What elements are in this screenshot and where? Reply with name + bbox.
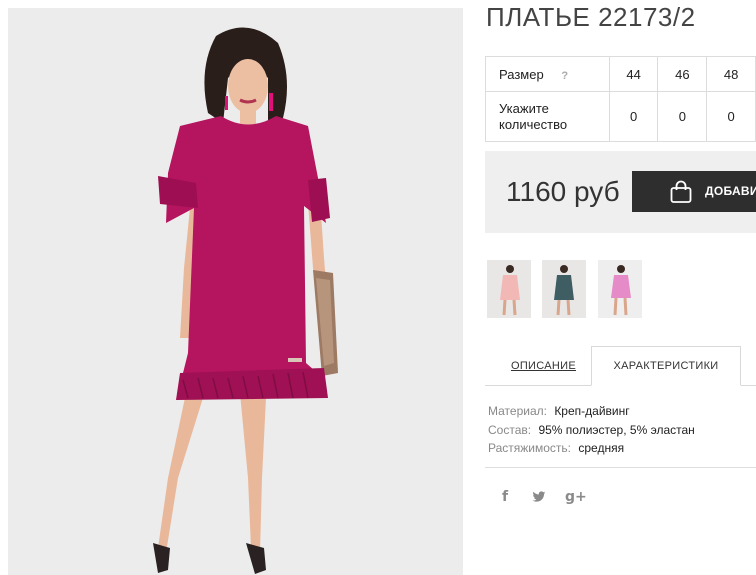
spec-value: 95% полиэстер, 5% эластан <box>538 422 695 437</box>
size-46: 46 <box>657 56 708 92</box>
quantity-label-cell: Укажите количество <box>485 91 610 142</box>
spec-key: Материал: <box>488 404 547 418</box>
thumbnail-image <box>487 260 531 318</box>
thumbnail-image <box>542 260 586 318</box>
size-44: 44 <box>608 56 659 92</box>
quantity-label: Укажите количество <box>499 101 567 133</box>
price: 1160 руб <box>506 176 620 207</box>
spec-key: Состав: <box>488 422 532 437</box>
spec-row-material: Материал: Креп-дайвинг <box>488 402 695 421</box>
add-to-cart-button[interactable]: ДОБАВИТЬ <box>632 171 756 212</box>
spec-value: Креп-дайвинг <box>554 404 630 418</box>
spec-row-stretch: Растяжимость: средняя <box>488 439 695 458</box>
price-box: 1160 руб ДОБАВИТЬ <box>485 151 756 233</box>
google-plus-icon[interactable]: g+ <box>565 489 587 505</box>
facebook-icon[interactable]: f <box>502 489 508 505</box>
size-48: 48 <box>706 56 756 92</box>
quantity-label-line2: количество <box>499 116 568 132</box>
quantity-row: Укажите количество 0 0 0 <box>485 91 756 142</box>
spec-row-composition: Состав: 95% полиэстер, 5% эластан <box>488 421 695 440</box>
product-photo[interactable] <box>8 8 463 575</box>
pink-dress-thumbnail[interactable] <box>487 260 531 318</box>
help-icon[interactable]: ? <box>561 70 568 82</box>
tab-description[interactable]: ОПИСАНИЕ <box>511 360 576 372</box>
teal-dress-thumbnail[interactable] <box>542 260 586 318</box>
quantity-input-46[interactable]: 0 <box>657 91 708 142</box>
light-pink-dress-thumbnail[interactable] <box>598 260 642 318</box>
spec-value: средняя <box>578 441 625 455</box>
size-row: Размер ? 44 46 48 <box>485 56 756 92</box>
tab-characteristics[interactable]: ХАРАКТЕРИСТИКИ <box>591 346 741 386</box>
characteristics-list: Материал: Креп-дайвинг Состав: 95% полиэ… <box>488 402 695 458</box>
divider <box>485 467 756 468</box>
quantity-input-44[interactable]: 0 <box>608 91 659 142</box>
product-title: ПЛАТЬЕ 22173/2 <box>486 2 696 32</box>
spec-key: Растяжимость: <box>488 441 572 455</box>
product-tabs: ОПИСАНИЕ ХАРАКТЕРИСТИКИ <box>485 346 756 386</box>
size-label: Размер <box>499 66 544 82</box>
quantity-label-line1: Укажите <box>499 100 549 116</box>
thumbnail-image <box>598 260 642 318</box>
size-label-cell: Размер ? <box>485 56 610 92</box>
shopping-bag-icon <box>670 180 692 203</box>
dress-model-illustration <box>8 8 463 575</box>
size-quantity-table: Размер ? 44 46 48 Укажите количество 0 0… <box>485 56 756 142</box>
add-to-cart-label: ДОБАВИТЬ <box>705 184 756 198</box>
twitter-icon[interactable] <box>532 491 546 503</box>
quantity-input-48[interactable]: 0 <box>706 91 756 142</box>
